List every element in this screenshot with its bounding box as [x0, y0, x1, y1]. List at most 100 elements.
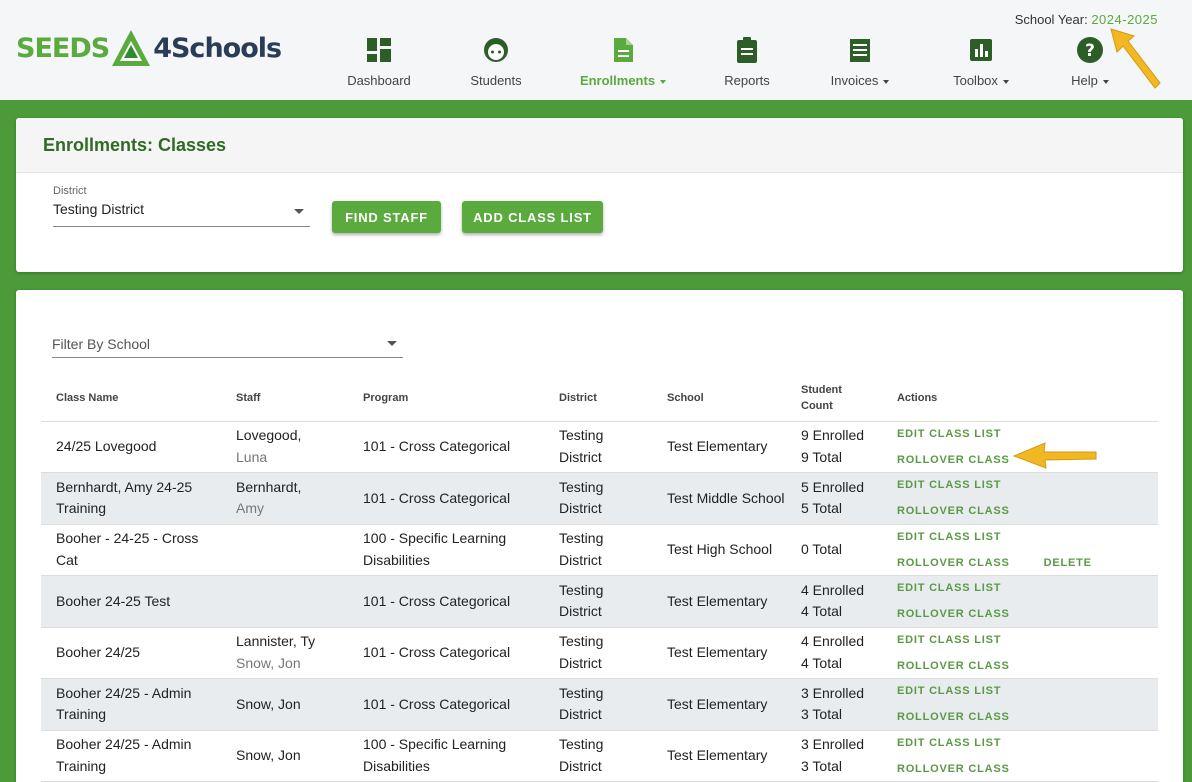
district-select[interactable]: District Testing District: [53, 185, 310, 227]
cell-school: Test High School: [652, 524, 786, 576]
cell-school: Test Elementary: [652, 627, 786, 679]
nav-toolbox[interactable]: Toolbox: [926, 36, 1036, 88]
school-text: Test Elementary: [667, 644, 768, 660]
school-text: Test Elementary: [667, 592, 768, 609]
class-name-text: Booher 24-25 Test: [56, 592, 171, 609]
annotation-arrow-school-year: [1110, 28, 1161, 89]
clipboard-icon: [737, 37, 757, 63]
col-header-school[interactable]: School: [652, 376, 786, 422]
add-class-list-button[interactable]: ADD CLASS LIST: [462, 201, 603, 233]
find-staff-button[interactable]: FIND STAFF: [332, 201, 441, 233]
class-list-card: Filter By School Class Name Staff Progra…: [16, 290, 1183, 782]
rollover-class-link[interactable]: ROLLOVER CLASS: [897, 607, 1010, 621]
col-header-class-name[interactable]: Class Name: [41, 376, 221, 422]
cell-class-name: 24/25 Lovegood: [41, 421, 221, 473]
table-row[interactable]: Bernhardt, Amy 24-25 Training Bernhardt, A…: [41, 472, 1158, 525]
district-text: District: [559, 757, 602, 774]
program-text: 100 - Specific Learning Disabilities: [363, 736, 507, 774]
student-count-text: 3 Total: [801, 706, 842, 723]
cell-class-name: Booher 24/25 - Admin Training: [41, 730, 221, 782]
cell-class-name: Booher 24/25 - Admin Training: [41, 678, 221, 731]
student-count-text: 4 Enrolled: [801, 581, 865, 598]
table-header-row: Class Name Staff Program District School…: [41, 376, 1158, 422]
table-row[interactable]: Booher 24/25 - Admin Training Snow, Jon 10…: [41, 678, 1158, 731]
nav-enrollments-label: Enrollments: [579, 73, 656, 88]
col-header-program[interactable]: Program: [348, 376, 544, 422]
district-text: Testing: [559, 581, 604, 598]
edit-class-list-link[interactable]: EDIT CLASS LIST: [897, 736, 1001, 750]
staff-name: Snow, Jon: [236, 747, 301, 763]
rollover-class-link[interactable]: ROLLOVER CLASS: [897, 710, 1010, 724]
seeds4schools-logo[interactable]: SEEDS 4Schools: [16, 28, 282, 68]
edit-class-list-link[interactable]: EDIT CLASS LIST: [897, 684, 1001, 698]
cell-school: Test Elementary: [652, 421, 786, 473]
cell-actions: EDIT CLASS LIST ROLLOVER CLASS: [881, 730, 1158, 782]
school-year-value[interactable]: 2024-2025: [1091, 12, 1158, 27]
cell-district: Testing District: [544, 421, 652, 473]
edit-class-list-link[interactable]: EDIT CLASS LIST: [897, 633, 1001, 647]
class-name-text: 24/25 Lovegood: [56, 438, 157, 454]
nav-toolbox-label: Toolbox: [953, 73, 998, 88]
nav-dashboard-label: Dashboard: [347, 73, 411, 88]
rollover-class-link[interactable]: ROLLOVER CLASS: [897, 762, 1010, 776]
chevron-down-icon: [1002, 79, 1009, 84]
school-year-label: School Year:: [1014, 12, 1088, 27]
nav-enrollments[interactable]: Enrollments: [568, 36, 678, 88]
col-header-staff[interactable]: Staff: [221, 376, 348, 422]
cell-student-count: 3 Enrolled 3 Total: [786, 678, 882, 731]
district-value: Testing District: [53, 201, 145, 217]
nav-students[interactable]: Students: [441, 36, 551, 88]
document-icon: [614, 38, 633, 62]
cell-class-name: Bernhardt, Amy 24-25 Training: [41, 472, 221, 525]
table-row[interactable]: Booher 24/25 Lannister, Ty Snow, Jon 101 - …: [41, 627, 1158, 679]
filter-by-school-select[interactable]: Filter By School: [52, 330, 403, 358]
rollover-class-link[interactable]: ROLLOVER CLASS: [897, 504, 1010, 518]
cell-program: 100 - Specific Learning Disabilities: [348, 524, 544, 576]
rollover-class-link[interactable]: ROLLOVER CLASS: [897, 659, 1010, 673]
cell-district: Testing District: [544, 575, 652, 628]
student-count-text: 4 Enrolled: [801, 633, 865, 650]
cell-district: Testing District: [544, 627, 652, 679]
district-text: District: [559, 551, 602, 568]
nav-reports[interactable]: Reports: [692, 36, 802, 88]
table-row[interactable]: Booher 24-25 Test 101 - Cross Categorical…: [41, 575, 1158, 628]
cell-class-name: Booher 24-25 Test: [41, 575, 221, 628]
cell-district: Testing District: [544, 524, 652, 576]
program-text: 101 - Cross Categorical: [363, 438, 511, 454]
svg-text:?: ?: [1085, 41, 1095, 61]
bar-chart-icon: [970, 39, 992, 61]
school-text: Test High School: [667, 541, 773, 557]
enrollments-classes-card: Enrollments: Classes District Testing Di…: [16, 118, 1183, 272]
school-text: Test Elementary: [667, 438, 768, 454]
table-row[interactable]: Booher 24/25 - Admin Training Snow, Jon 10…: [41, 730, 1158, 782]
program-text: 100 - Specific Learning Disabilities: [363, 530, 507, 568]
edit-class-list-link[interactable]: EDIT CLASS LIST: [897, 530, 1001, 544]
class-name-text: Booher 24/25: [56, 644, 141, 660]
cell-program: 101 - Cross Categorical: [348, 627, 544, 679]
rollover-class-link[interactable]: ROLLOVER CLASS: [897, 453, 1010, 467]
school-text: Test Elementary: [667, 747, 768, 763]
cell-student-count: 4 Enrolled 4 Total: [786, 627, 882, 679]
student-count-text: 5 Enrolled: [801, 478, 865, 495]
nav-invoices[interactable]: Invoices: [805, 36, 915, 88]
nav-dashboard[interactable]: Dashboard: [324, 36, 434, 88]
card-header: Enrollments: Classes: [16, 118, 1183, 173]
col-header-district[interactable]: District: [544, 376, 652, 422]
table-row[interactable]: 24/25 Lovegood Lovegood, Luna 101 - Cross C…: [41, 421, 1158, 473]
col-header-student-count[interactable]: Student Count: [786, 376, 882, 422]
staff-name: Snow, Jon: [236, 695, 301, 712]
nav-reports-label: Reports: [724, 73, 770, 88]
rollover-class-link[interactable]: ROLLOVER CLASS: [897, 556, 1010, 570]
edit-class-list-link[interactable]: EDIT CLASS LIST: [897, 581, 1001, 595]
table-row[interactable]: Booher - 24-25 - Cross Cat 100 - Specific…: [41, 524, 1158, 576]
class-name-text: Bernhardt, Amy 24-25 Training: [56, 478, 193, 517]
classes-table: Class Name Staff Program District School…: [41, 376, 1158, 782]
student-face-icon: [484, 38, 508, 62]
col-header-actions: Actions: [881, 376, 1158, 422]
help-circle-icon: ?: [1077, 37, 1103, 63]
edit-class-list-link[interactable]: EDIT CLASS LIST: [897, 427, 1001, 441]
delete-link[interactable]: DELETE: [1044, 556, 1092, 570]
edit-class-list-link[interactable]: EDIT CLASS LIST: [897, 478, 1001, 492]
cell-staff: [221, 524, 348, 576]
cell-school: Test Elementary: [652, 575, 786, 628]
